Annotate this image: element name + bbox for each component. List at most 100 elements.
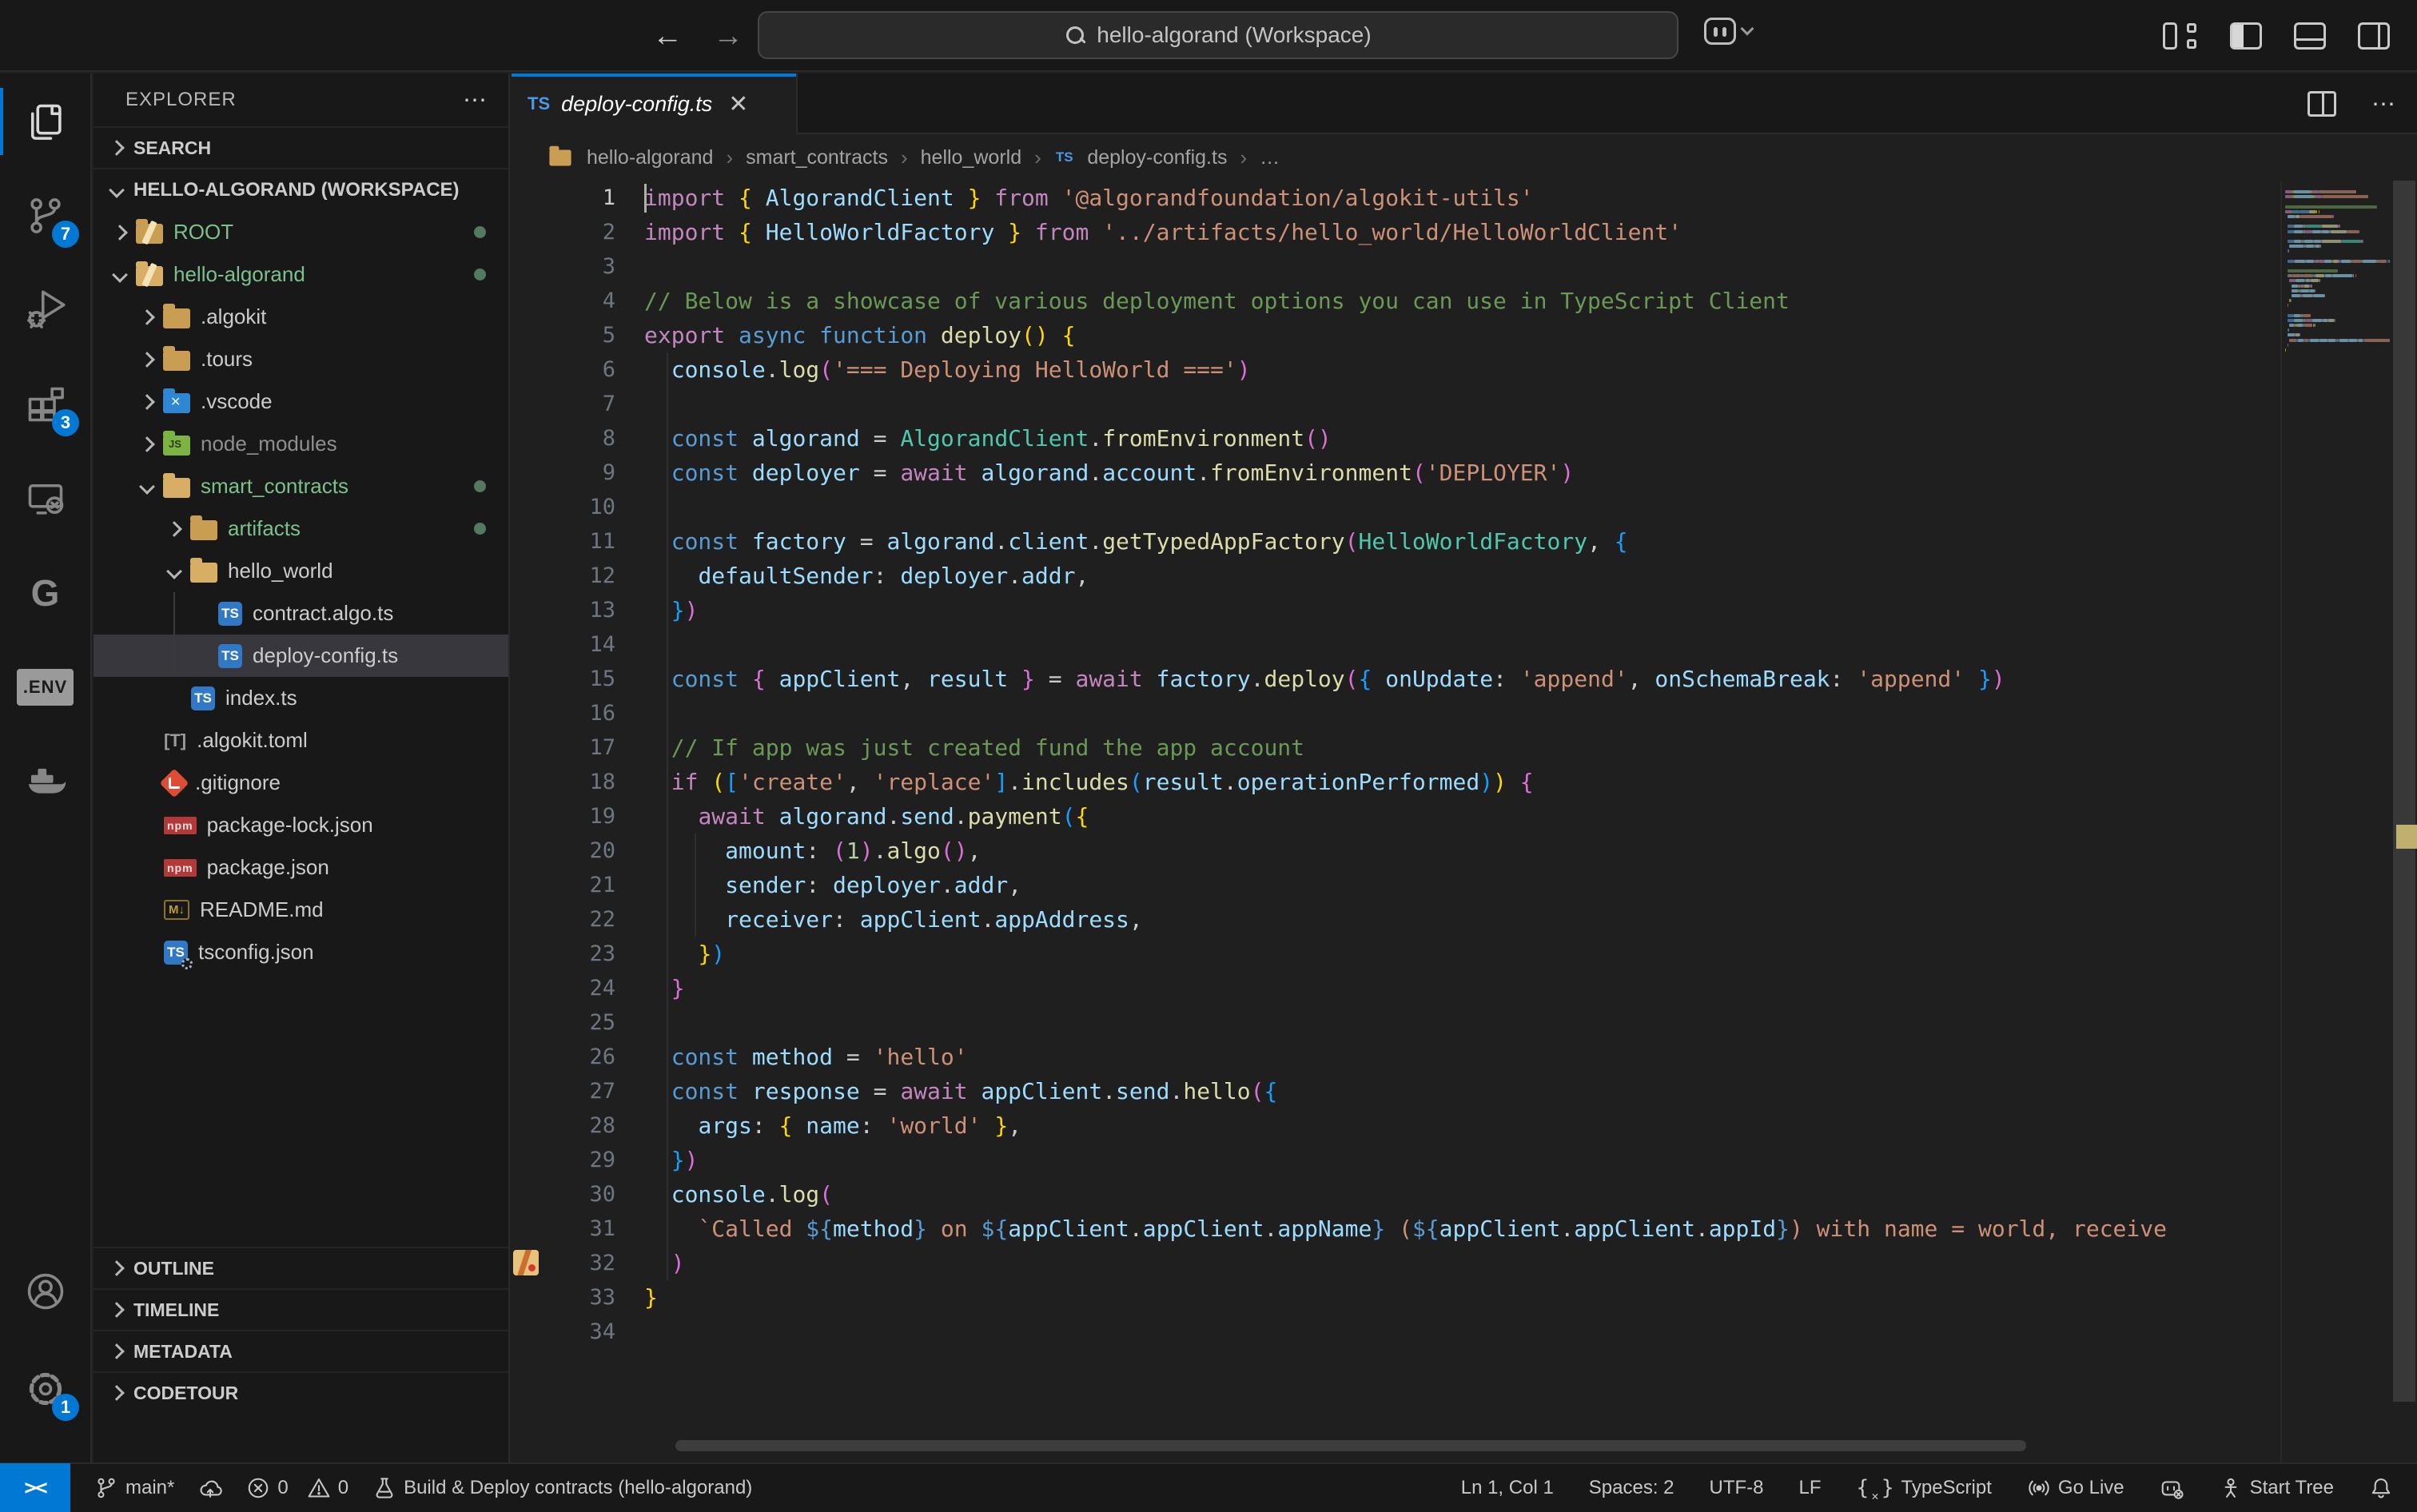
code-line-34[interactable]: 34 xyxy=(512,1315,2280,1349)
code-line-12[interactable]: 12 defaultSender: deployer.addr, xyxy=(512,559,2280,593)
status-launch-config[interactable]: Build & Deploy contracts (hello-algorand… xyxy=(372,1476,752,1500)
tree-item-package-json[interactable]: npmpackage.json xyxy=(94,846,508,889)
activity-docker[interactable] xyxy=(0,740,90,823)
activity-extensions[interactable]: 3 xyxy=(0,363,90,446)
status-language-mode[interactable]: { }✕TypeScript xyxy=(1857,1476,1992,1500)
activity-dotenv[interactable]: .ENV xyxy=(0,646,90,729)
tree-item-root[interactable]: ROOT xyxy=(94,211,508,253)
tree-item-index-ts[interactable]: TSindex.ts xyxy=(94,677,508,719)
status-problems[interactable]: 00 xyxy=(246,1476,348,1500)
breadcrumb-item[interactable]: hello_world xyxy=(921,146,1021,169)
code-line-16[interactable]: 16 xyxy=(512,696,2280,730)
tree-item-hello-world[interactable]: hello_world xyxy=(94,550,508,592)
explorer-more-actions[interactable]: ⋯ xyxy=(463,86,489,114)
tree-item-node-modules[interactable]: node_modules xyxy=(94,423,508,465)
section-timeline[interactable]: TIMELINE xyxy=(94,1288,508,1330)
status-sync-changes[interactable] xyxy=(198,1476,222,1500)
code-line-19[interactable]: 19 await algorand.send.payment({ xyxy=(512,799,2280,834)
section-codetour[interactable]: CODETOUR xyxy=(94,1371,508,1413)
split-editor-icon[interactable] xyxy=(2307,91,2336,117)
customize-layout-icon[interactable] xyxy=(2163,22,2198,50)
code-line-18[interactable]: 18 if (['create', 'replace'].includes(re… xyxy=(512,765,2280,799)
status-git-branch[interactable]: main* xyxy=(94,1476,174,1500)
code-line-30[interactable]: 30 console.log( xyxy=(512,1177,2280,1212)
status-eol[interactable]: LF xyxy=(1799,1477,1822,1499)
section-outline[interactable]: OUTLINE xyxy=(94,1247,508,1288)
activity-source-control[interactable]: 7 xyxy=(0,174,90,257)
tree-item-readme-md[interactable]: M↓README.md xyxy=(94,889,508,931)
code-line-26[interactable]: 26 const method = 'hello' xyxy=(512,1040,2280,1074)
activity-run-and-debug[interactable] xyxy=(0,269,90,352)
tree-item-package-lock-json[interactable]: npmpackage-lock.json xyxy=(94,804,508,846)
tree-item-hello-algorand[interactable]: hello-algorand xyxy=(94,253,508,296)
status-indentation[interactable]: Spaces: 2 xyxy=(1589,1477,1674,1499)
scrollbar-slider[interactable] xyxy=(2393,181,2415,1402)
code-line-31[interactable]: 31 `Called ${method} on ${appClient.appC… xyxy=(512,1212,2280,1246)
activity-accounts[interactable] xyxy=(0,1250,90,1333)
horizontal-scrollbar[interactable] xyxy=(675,1440,2026,1451)
code-line-29[interactable]: 29 }) xyxy=(512,1143,2280,1177)
status-notifications[interactable] xyxy=(2369,1476,2393,1500)
toggle-primary-sidebar-icon[interactable] xyxy=(2230,22,2262,50)
code-line-5[interactable]: 5export async function deploy() { xyxy=(512,318,2280,352)
status-cursor-position[interactable]: Ln 1, Col 1 xyxy=(1461,1477,1554,1499)
status-go-live[interactable]: Go Live xyxy=(2027,1476,2124,1500)
code-line-17[interactable]: 17 // If app was just created fund the a… xyxy=(512,730,2280,765)
code-line-8[interactable]: 8 const algorand = AlgorandClient.fromEn… xyxy=(512,421,2280,456)
remote-indicator[interactable]: >< xyxy=(0,1463,70,1512)
activity-explorer[interactable] xyxy=(0,80,90,163)
code-line-11[interactable]: 11 const factory = algorand.client.getTy… xyxy=(512,524,2280,559)
tree-item--tours[interactable]: .tours xyxy=(94,338,508,380)
code-line-24[interactable]: 24 } xyxy=(512,971,2280,1005)
command-center-search[interactable]: hello-algorand (Workspace) xyxy=(758,11,1678,59)
code-line-7[interactable]: 7 xyxy=(512,387,2280,421)
code-line-32[interactable]: 32 ) xyxy=(512,1246,2280,1280)
code-line-27[interactable]: 27 const response = await appClient.send… xyxy=(512,1074,2280,1108)
editor-more-actions-icon[interactable]: ⋯ xyxy=(2371,90,2398,118)
tree-item-smart-contracts[interactable]: smart_contracts xyxy=(94,465,508,507)
toggle-panel-icon[interactable] xyxy=(2294,22,2326,50)
code-line-6[interactable]: 6 console.log('=== Deploying HelloWorld … xyxy=(512,352,2280,387)
code-line-9[interactable]: 9 const deployer = await algorand.accoun… xyxy=(512,456,2280,490)
code-line-14[interactable]: 14 xyxy=(512,627,2280,662)
code-line-10[interactable]: 10 xyxy=(512,490,2280,524)
toggle-secondary-sidebar-icon[interactable] xyxy=(2358,22,2390,50)
code-area[interactable]: 1import { AlgorandClient } from '@algora… xyxy=(512,181,2280,1462)
breadcrumb-item[interactable]: hello-algorand xyxy=(587,146,713,169)
vertical-scrollbar[interactable] xyxy=(2391,181,2417,1462)
code-line-2[interactable]: 2import { HelloWorldFactory } from '../a… xyxy=(512,215,2280,249)
code-line-21[interactable]: 21 sender: deployer.addr, xyxy=(512,868,2280,902)
forward-icon[interactable]: → xyxy=(713,19,743,54)
breadcrumb-item[interactable]: smart_contracts xyxy=(746,146,888,169)
code-line-22[interactable]: 22 receiver: appClient.appAddress, xyxy=(512,902,2280,937)
tree-item-tsconfig-json[interactable]: TStsconfig.json xyxy=(94,931,508,973)
back-icon[interactable]: ← xyxy=(652,19,683,54)
code-line-28[interactable]: 28 args: { name: 'world' }, xyxy=(512,1108,2280,1143)
minimap[interactable] xyxy=(2280,181,2390,1462)
tree-item--algokit-toml[interactable]: [T].algokit.toml xyxy=(94,719,508,762)
code-line-20[interactable]: 20 amount: (1).algo(), xyxy=(512,834,2280,868)
tree-item-contract-algo-ts[interactable]: TScontract.algo.ts xyxy=(94,592,508,635)
code-line-15[interactable]: 15 const { appClient, result } = await f… xyxy=(512,662,2280,696)
status-start-tree[interactable]: Start Tree xyxy=(2219,1476,2334,1500)
status-encoding[interactable]: UTF-8 xyxy=(1710,1477,1764,1499)
breadcrumb-item[interactable]: deploy-config.ts xyxy=(1087,146,1227,169)
copilot-menu[interactable] xyxy=(1704,18,1752,45)
close-tab-icon[interactable]: ✕ xyxy=(728,90,748,118)
code-line-3[interactable]: 3 xyxy=(512,249,2280,284)
code-line-25[interactable]: 25 xyxy=(512,1005,2280,1040)
status-copilot-status[interactable] xyxy=(2160,1476,2184,1500)
activity-settings[interactable]: 1 xyxy=(0,1347,90,1430)
activity-gitlens[interactable]: G xyxy=(0,551,90,635)
tree-item--algokit[interactable]: .algokit xyxy=(94,296,508,338)
workspace-section-header[interactable]: HELLO-ALGORAND (WORKSPACE) xyxy=(94,168,508,211)
tree-item-deploy-config-ts[interactable]: TSdeploy-config.ts xyxy=(94,635,508,677)
code-line-13[interactable]: 13 }) xyxy=(512,593,2280,627)
code-line-1[interactable]: 1import { AlgorandClient } from '@algora… xyxy=(512,181,2280,215)
codetour-marker-icon[interactable] xyxy=(513,1250,539,1275)
section-metadata[interactable]: METADATA xyxy=(94,1330,508,1371)
code-line-23[interactable]: 23 }) xyxy=(512,937,2280,971)
tree-item--gitignore[interactable]: .gitignore xyxy=(94,762,508,804)
breadcrumb-item[interactable]: … xyxy=(1260,146,1280,169)
tab-deploy-config[interactable]: TS deploy-config.ts ✕ xyxy=(512,74,798,134)
